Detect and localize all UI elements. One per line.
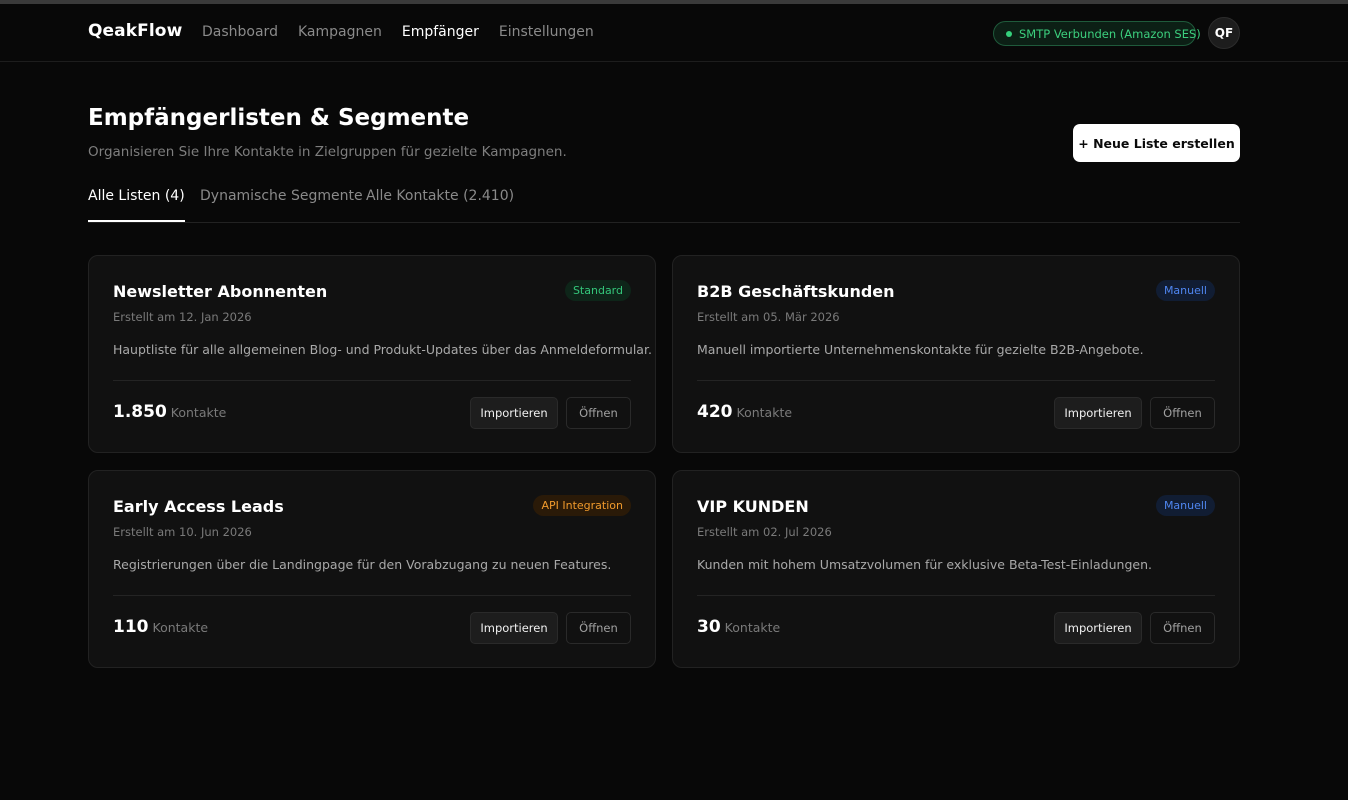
list-created-date: Erstellt am 12. Jan 2026 <box>113 310 252 324</box>
list-card[interactable]: B2B Geschäftskunden Manuell Erstellt am … <box>672 255 1240 453</box>
open-button[interactable]: Öffnen <box>1150 612 1215 644</box>
contact-count-value: 420 <box>697 402 733 422</box>
tab-all-lists[interactable]: Alle Listen (4) <box>88 188 185 222</box>
list-contact-count: 110 Kontakte <box>113 617 208 637</box>
list-card-title: Early Access Leads <box>113 497 284 516</box>
top-navbar: QeakFlow Dashboard Kampagnen Empfänger E… <box>0 4 1348 62</box>
contact-count-value: 1.850 <box>113 402 167 422</box>
list-type-badge: API Integration <box>533 495 631 516</box>
tab-dynamic-segments[interactable]: Dynamische Segmente <box>200 188 363 222</box>
import-button[interactable]: Importieren <box>1054 397 1142 429</box>
list-type-badge: Manuell <box>1155 495 1215 516</box>
user-avatar[interactable]: QF <box>1208 17 1240 49</box>
contact-count-label: Kontakte <box>724 620 781 635</box>
smtp-status-label: SMTP Verbunden (Amazon SES) <box>1019 26 1201 41</box>
import-button[interactable]: Importieren <box>1054 612 1142 644</box>
import-button[interactable]: Importieren <box>470 612 558 644</box>
list-created-date: Erstellt am 10. Jun 2026 <box>113 525 252 539</box>
contact-count-value: 30 <box>697 617 721 637</box>
new-list-button[interactable]: + Neue Liste erstellen <box>1073 124 1240 162</box>
list-contact-count: 30 Kontakte <box>697 617 780 637</box>
list-card-title: B2B Geschäftskunden <box>697 282 895 301</box>
card-divider <box>113 380 631 381</box>
main-nav: Dashboard Kampagnen Empfänger Einstellun… <box>202 24 614 40</box>
contact-count-label: Kontakte <box>152 620 209 635</box>
open-button[interactable]: Öffnen <box>566 612 631 644</box>
contact-count-value: 110 <box>113 617 149 637</box>
list-created-date: Erstellt am 05. Mär 2026 <box>697 310 840 324</box>
list-description: Manuell importierte Unternehmenskontakte… <box>697 342 1144 357</box>
list-type-badge: Manuell <box>1155 280 1215 301</box>
page-subtitle: Organisieren Sie Ihre Kontakte in Zielgr… <box>88 144 567 160</box>
nav-item-dashboard[interactable]: Dashboard <box>202 24 278 40</box>
nav-item-kampagnen[interactable]: Kampagnen <box>298 24 382 40</box>
list-card-title: VIP KUNDEN <box>697 497 809 516</box>
card-divider <box>697 595 1215 596</box>
brand-logo[interactable]: QeakFlow <box>88 21 182 41</box>
contact-count-label: Kontakte <box>170 405 227 420</box>
list-tabs: Alle Listen (4) Dynamische Segmente Alle… <box>88 186 1240 223</box>
open-button[interactable]: Öffnen <box>566 397 631 429</box>
contact-count-label: Kontakte <box>736 405 793 420</box>
page-title: Empfängerlisten & Segmente <box>88 105 470 131</box>
list-description: Hauptliste für alle allgemeinen Blog- un… <box>113 342 652 357</box>
list-card[interactable]: Newsletter Abonnenten Standard Erstellt … <box>88 255 656 453</box>
open-button[interactable]: Öffnen <box>1150 397 1215 429</box>
list-contact-count: 1.850 Kontakte <box>113 402 226 422</box>
list-description: Kunden mit hohem Umsatzvolumen für exklu… <box>697 557 1152 572</box>
list-card[interactable]: Early Access Leads API Integration Erste… <box>88 470 656 668</box>
list-contact-count: 420 Kontakte <box>697 402 792 422</box>
list-description: Registrierungen über die Landingpage für… <box>113 557 612 572</box>
nav-item-einstellungen[interactable]: Einstellungen <box>499 24 594 40</box>
list-card[interactable]: VIP KUNDEN Manuell Erstellt am 02. Jul 2… <box>672 470 1240 668</box>
list-created-date: Erstellt am 02. Jul 2026 <box>697 525 832 539</box>
status-dot-icon <box>1006 30 1012 37</box>
list-card-title: Newsletter Abonnenten <box>113 282 328 301</box>
import-button[interactable]: Importieren <box>470 397 558 429</box>
list-type-badge: Standard <box>564 280 631 301</box>
card-divider <box>113 595 631 596</box>
nav-item-empfaenger[interactable]: Empfänger <box>402 24 479 40</box>
smtp-status-badge[interactable]: SMTP Verbunden (Amazon SES) <box>993 21 1201 46</box>
tab-all-contacts[interactable]: Alle Kontakte (2.410) <box>366 188 514 222</box>
card-divider <box>697 380 1215 381</box>
